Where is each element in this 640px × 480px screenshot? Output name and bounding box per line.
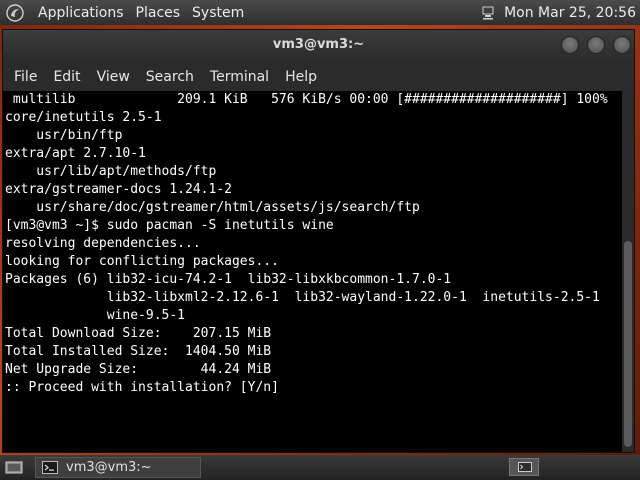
bottom-panel: vm3@vm3:~: [0, 455, 640, 480]
taskbar-button-terminal[interactable]: vm3@vm3:~: [35, 457, 201, 478]
taskbar-button-label: vm3@vm3:~: [66, 460, 152, 475]
menu-system[interactable]: System: [186, 5, 250, 21]
terminal-line: looking for conflicting packages...: [5, 254, 279, 269]
clock[interactable]: Mon Mar 25, 20:56: [504, 5, 636, 21]
window-menubar: File Edit View Search Terminal Help: [3, 62, 634, 92]
terminal-line: usr/bin/ftp: [5, 128, 123, 143]
terminal-line: usr/lib/apt/methods/ftp: [5, 164, 217, 179]
terminal-line: Total Installed Size: 1404.50 MiB: [5, 344, 272, 359]
network-icon[interactable]: [482, 6, 494, 20]
terminal-line: [vm3@vm3 ~]$ sudo pacman -S inetutils wi…: [5, 218, 334, 233]
show-desktop-icon[interactable]: [5, 461, 23, 475]
minimize-icon[interactable]: [561, 36, 579, 54]
terminal-icon: [42, 461, 58, 474]
workspace-window-icon: [518, 462, 532, 472]
window-title: vm3@vm3:~: [272, 37, 365, 52]
distro-logo-icon[interactable]: [6, 3, 24, 22]
menu-terminal[interactable]: Terminal: [202, 69, 277, 85]
menu-file[interactable]: File: [6, 69, 45, 85]
terminal-output[interactable]: multilib 209.1 KiB 576 KiB/s 00:00 [####…: [3, 91, 622, 452]
terminal-line: Net Upgrade Size: 44.24 MiB: [5, 362, 272, 377]
terminal-line: lib32-libxml2-2.12.6-1 lib32-wayland-1.2…: [5, 290, 600, 305]
scrollbar-thumb[interactable]: [624, 241, 632, 447]
window-titlebar[interactable]: vm3@vm3:~: [3, 30, 634, 62]
terminal-line: Total Download Size: 207.15 MiB: [5, 326, 272, 341]
terminal-line: wine-9.5-1: [5, 308, 186, 323]
menu-view[interactable]: View: [89, 69, 138, 85]
terminal-line: core/inetutils 2.5-1: [5, 110, 162, 125]
terminal-prompt: :: Proceed with installation? [Y/n]: [5, 380, 279, 395]
menu-search[interactable]: Search: [138, 69, 202, 85]
close-icon[interactable]: [613, 36, 631, 54]
top-panel: Applications Places System Mon Mar 25, 2…: [0, 0, 640, 25]
terminal-scrollbar[interactable]: [622, 91, 634, 452]
terminal-line: multilib 209.1 KiB 576 KiB/s 00:00 [####…: [5, 92, 608, 107]
menu-applications[interactable]: Applications: [32, 5, 130, 21]
menu-help[interactable]: Help: [277, 69, 325, 85]
menu-places[interactable]: Places: [130, 5, 187, 21]
terminal-line: usr/share/doc/gstreamer/html/assets/js/s…: [5, 200, 420, 215]
terminal-line: Packages (6) lib32-icu-74.2-1 lib32-libx…: [5, 272, 452, 287]
terminal-line: resolving dependencies...: [5, 236, 201, 251]
terminal-line: extra/apt 2.7.10-1: [5, 146, 146, 161]
maximize-icon[interactable]: [587, 36, 605, 54]
menu-edit[interactable]: Edit: [45, 69, 88, 85]
terminal-line: extra/gstreamer-docs 1.24.1-2: [5, 182, 232, 197]
terminal-window: vm3@vm3:~ File Edit View Search Terminal…: [2, 29, 635, 453]
workspace-switcher-icon[interactable]: [509, 458, 539, 476]
